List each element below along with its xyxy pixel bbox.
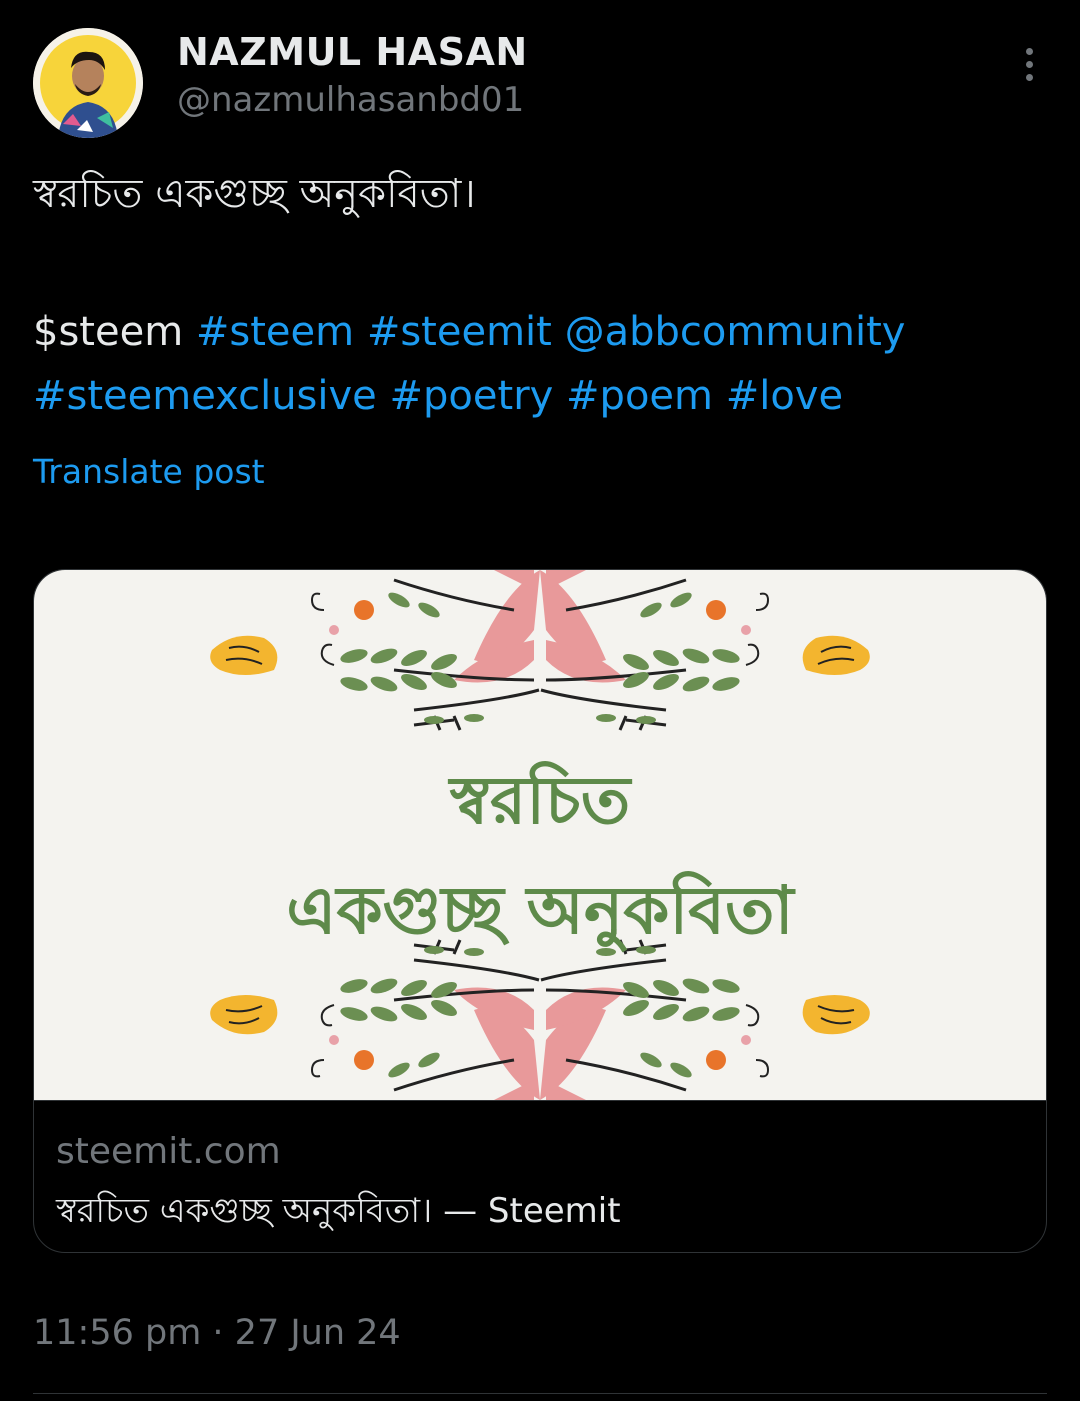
- hashtag-steem[interactable]: #steem: [196, 309, 354, 355]
- more-vertical-icon[interactable]: [1019, 48, 1039, 88]
- link-card[interactable]: স্বরচিত একগুচ্ছ অনুকবিতা steemit.com স্ব…: [33, 569, 1047, 1253]
- tweet-text: স্বরচিত একগুচ্ছ অনুকবিতা। $steem #steem …: [33, 162, 1047, 428]
- card-domain: steemit.com: [56, 1131, 281, 1172]
- hashtag-steemit[interactable]: #steemit: [367, 309, 552, 355]
- card-image: স্বরচিত একগুচ্ছ অনুকবিতা: [34, 570, 1046, 1100]
- card-image-title-line-1: স্বরচিত: [449, 762, 631, 839]
- divider: [33, 1393, 1047, 1394]
- tweet-text-line: স্বরচিত একগুচ্ছ অনুকবিতা।: [33, 171, 476, 217]
- tweet-tags-line-1: $steem #steem #steemit @abbcommunity: [33, 300, 1047, 364]
- avatar[interactable]: [33, 28, 143, 138]
- card-footer: steemit.com স্বরচিত একগুচ্ছ অনুকবিতা। — …: [34, 1100, 1046, 1252]
- author-name[interactable]: NAZMUL HASAN: [177, 30, 528, 74]
- hashtag-poem[interactable]: #poem: [566, 373, 713, 419]
- translate-post-link[interactable]: Translate post: [33, 452, 265, 491]
- hashtag-poetry[interactable]: #poetry: [390, 373, 554, 419]
- tweet-tags-line-2: #steemexclusive #poetry #poem #love: [33, 364, 1047, 428]
- card-title: স্বরচিত একগুচ্ছ অনুকবিতা। — Steemit: [56, 1191, 621, 1231]
- hashtag-love[interactable]: #love: [726, 373, 843, 419]
- cashtag: $steem: [33, 309, 184, 355]
- tweet-header: NAZMUL HASAN @nazmulhasanbd01: [33, 28, 1047, 138]
- card-image-title-line-2: একগুচ্ছ অনুকবিতা: [286, 872, 794, 949]
- avatar-image: [33, 28, 143, 138]
- tweet-timestamp[interactable]: 11:56 pm · 27 Jun 24: [33, 1313, 401, 1353]
- author-handle[interactable]: @nazmulhasanbd01: [177, 80, 524, 120]
- hashtag-steemexclusive[interactable]: #steemexclusive: [33, 373, 377, 419]
- mention-abbcommunity[interactable]: @abbcommunity: [565, 309, 906, 355]
